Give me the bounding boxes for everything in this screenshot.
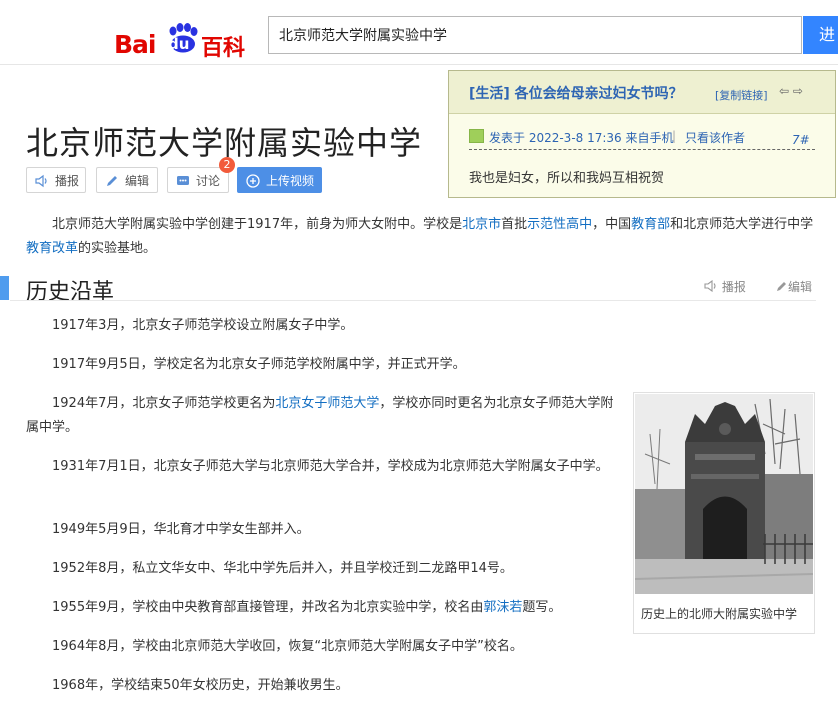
plus-circle-icon — [246, 174, 260, 188]
history-text: 1955年9月，学校由中央教育部直接管理，并改名为北京实验中学，校名由 — [52, 600, 484, 615]
copy-link-button[interactable]: [复制链接] — [715, 87, 768, 103]
history-paragraph: 1964年8月，学校由北京师范大学收回，恢复“北京师范大学附属女子中学”校名。 — [52, 639, 523, 654]
intro-text: ，中国 — [592, 217, 632, 232]
baidu-baike-logo[interactable]: Bai du 百科 — [114, 10, 254, 61]
historical-image-box[interactable]: 历史上的北师大附属实验中学 — [633, 392, 815, 634]
floor-number: 7# — [792, 133, 810, 147]
play-button[interactable]: 播报 — [26, 167, 86, 193]
intro-text: 首批 — [501, 217, 528, 232]
speaker-icon — [704, 279, 716, 293]
history-paragraph: 1931年7月1日，北京女子师范大学与北京师范大学合并，学校成为北京师范大学附属… — [52, 459, 609, 474]
history-text: 题写。 — [522, 600, 562, 615]
meta-separator: | — [672, 129, 677, 143]
search-box[interactable] — [268, 16, 809, 54]
intro-text: 北京师范大学附属实验中学创建于1917年，前身为师大女附中。学校是 — [52, 217, 463, 232]
discuss-count-badge: 2 — [219, 157, 235, 173]
logo-text-bai: Bai — [114, 30, 156, 59]
history-paragraph: 1955年9月，学校由中央教育部直接管理，并改名为北京实验中学，校名由郭沫若题写… — [26, 596, 614, 620]
history-paragraph: 1968年，学校结束50年女校历史，开始兼收男生。 — [52, 678, 349, 693]
edit-label: 编辑 — [125, 174, 150, 188]
pencil-icon — [107, 176, 117, 186]
popup-header: [生活] 各位会给母亲过妇女节吗？ [复制链接] ⇦ ⇨ — [449, 71, 835, 114]
search-input[interactable] — [269, 17, 809, 53]
logo-text-baike: 百科 — [201, 36, 246, 61]
logo-text-du: du — [168, 35, 190, 53]
section-play-button[interactable]: 播报 — [704, 278, 746, 295]
post-body: 我也是妇女，所以和我妈互相祝贺 — [469, 171, 665, 186]
link-beijing-womens-normal-university[interactable]: 北京女子师范大学 — [275, 396, 379, 411]
post-time: 发表于 2022-3-8 17:36 来自手机 — [489, 131, 674, 145]
history-paragraph: 1949年5月9日，华北育才中学女生部并入。 — [52, 522, 310, 537]
discuss-label: 讨论 — [196, 174, 221, 188]
header: Bai du 百科 进 — [0, 0, 838, 65]
summary-paragraph: 北京师范大学附属实验中学创建于1917年，前身为师大女附中。学校是北京市首批示范… — [26, 213, 816, 261]
speaker-icon — [35, 174, 47, 188]
prev-next-arrows[interactable]: ⇦ ⇨ — [779, 84, 803, 98]
history-paragraph: 1917年9月5日，学校定名为北京女子师范学校附属中学，并正式开学。 — [52, 357, 466, 372]
section-title: 历史沿革 — [26, 280, 115, 305]
edit-button[interactable]: 编辑 — [96, 167, 158, 193]
history-paragraph: 1917年3月，北京女子师范学校设立附属女子中学。 — [52, 318, 354, 333]
section-accent-bar — [0, 276, 9, 300]
pencil-icon — [777, 282, 786, 291]
school-gate-photo — [635, 394, 813, 594]
upload-label: 上传视频 — [266, 174, 315, 188]
history-paragraph: 1924年7月，北京女子师范学校更名为北京女子师范大学，学校亦同时更名为北京女子… — [26, 392, 614, 440]
link-guo-moruo[interactable]: 郭沫若 — [483, 600, 522, 615]
popup-question: 各位会给母亲过妇女节吗？ — [514, 86, 683, 102]
forum-post-popup: [生活] 各位会给母亲过妇女节吗？ [复制链接] ⇦ ⇨ 发表于 2022-3-… — [448, 70, 836, 198]
section-play-label: 播报 — [721, 280, 746, 294]
play-label: 播报 — [55, 174, 80, 188]
intro-text: 的实验基地。 — [78, 241, 157, 256]
popup-category: [生活] — [469, 86, 510, 102]
link-beijing[interactable]: 北京市 — [462, 217, 501, 232]
intro-text: 和北京师范大学进行中学 — [670, 217, 814, 232]
post-meta: 发表于 2022-3-8 17:36 来自手机 | 只看该作者 7# — [469, 127, 815, 150]
search-button[interactable]: 进 — [803, 16, 838, 54]
link-education-reform[interactable]: 教育改革 — [26, 241, 78, 256]
link-model-high-school[interactable]: 示范性高中 — [527, 217, 592, 232]
upload-video-button[interactable]: 上传视频 — [237, 167, 322, 193]
link-ministry-education[interactable]: 教育部 — [631, 217, 670, 232]
popup-title[interactable]: [生活] 各位会给母亲过妇女节吗？ — [469, 83, 683, 103]
history-paragraph: 1952年8月，私立文华女中、华北中学先后并入，并且学校迁到二龙路甲14号。 — [52, 561, 513, 576]
image-caption: 历史上的北师大附属实验中学 — [641, 607, 798, 621]
section-edit-button[interactable]: 编辑 — [776, 278, 812, 295]
section-edit-label: 编辑 — [788, 280, 813, 294]
discuss-button[interactable]: 讨论 — [167, 167, 229, 193]
discuss-icon — [177, 176, 189, 185]
section-divider — [10, 300, 816, 301]
author-only-link[interactable]: 只看该作者 — [685, 129, 745, 146]
history-text: 1924年7月，北京女子师范学校更名为 — [52, 396, 276, 411]
avatar-icon — [469, 129, 484, 143]
